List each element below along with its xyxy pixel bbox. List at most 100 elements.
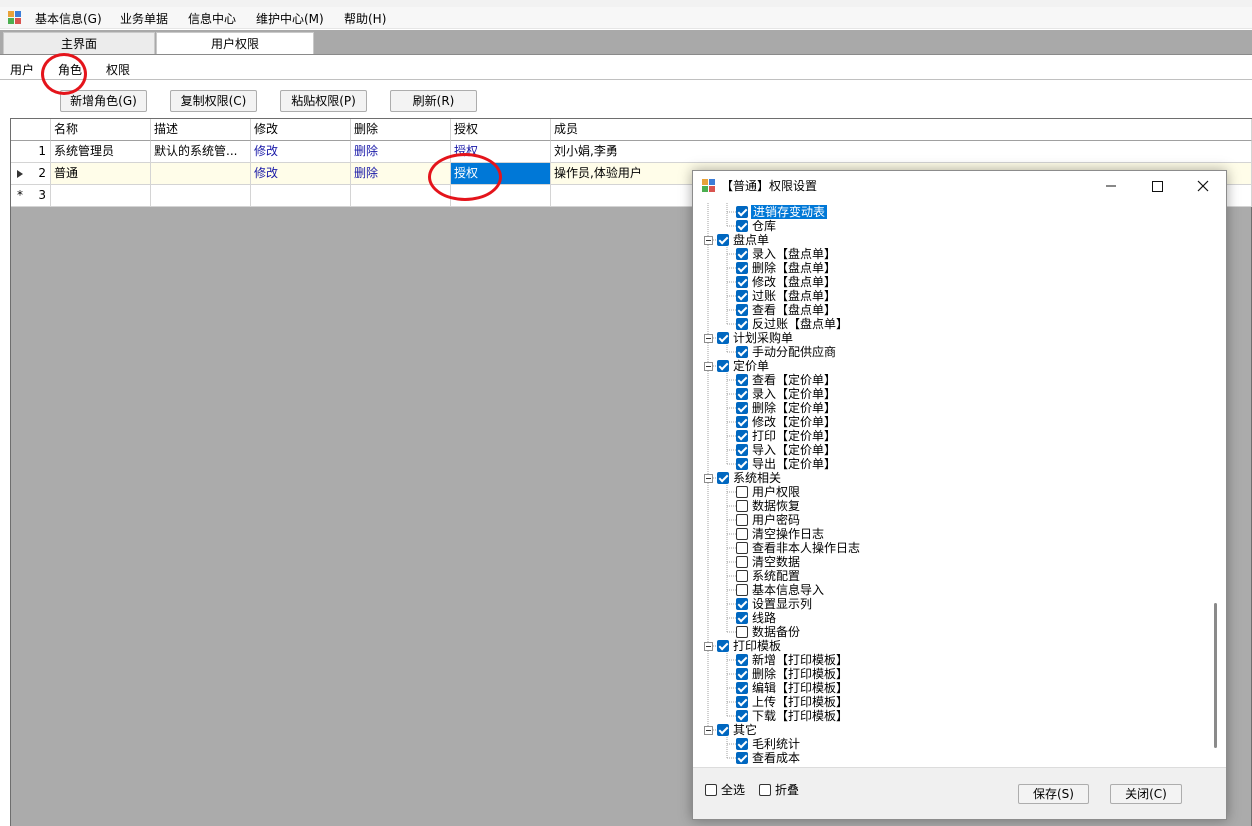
checkbox-checked[interactable] bbox=[736, 388, 748, 400]
checkbox-checked[interactable] bbox=[736, 682, 748, 694]
checkbox-checked[interactable] bbox=[736, 248, 748, 260]
tab-user-permissions[interactable]: 用户权限 bbox=[156, 32, 314, 54]
tree-node-label: 删除【盘点单】 bbox=[752, 261, 837, 275]
checkbox-checked[interactable] bbox=[736, 416, 748, 428]
checkbox-unchecked[interactable] bbox=[736, 570, 748, 582]
checkbox-unchecked[interactable] bbox=[736, 486, 748, 498]
menu-help[interactable]: 帮助(H) bbox=[344, 10, 386, 28]
subtab-roles[interactable]: 角色 bbox=[58, 61, 82, 79]
subtab-permissions[interactable]: 权限 bbox=[106, 61, 130, 79]
row-number[interactable]: 2 bbox=[11, 163, 51, 185]
paste-permissions-button[interactable]: 粘贴权限(P) bbox=[280, 90, 367, 112]
checkbox-checked[interactable] bbox=[736, 654, 748, 666]
checkbox-unchecked[interactable] bbox=[736, 500, 748, 512]
cell-members[interactable]: 刘小娟,李勇 bbox=[551, 141, 1252, 163]
checkbox-checked[interactable] bbox=[736, 668, 748, 680]
checkbox-checked[interactable] bbox=[736, 444, 748, 456]
save-button[interactable]: 保存(S) bbox=[1018, 784, 1089, 804]
checkbox-checked[interactable] bbox=[736, 374, 748, 386]
collapse-toggle-icon[interactable] bbox=[704, 236, 713, 245]
checkbox-box[interactable] bbox=[705, 784, 717, 796]
checkbox-checked[interactable] bbox=[717, 724, 729, 736]
collapse-toggle-icon[interactable] bbox=[704, 642, 713, 651]
close-icon[interactable] bbox=[1180, 171, 1226, 201]
checkbox-checked[interactable] bbox=[717, 640, 729, 652]
collapse-toggle-icon[interactable] bbox=[704, 362, 713, 371]
checkbox-checked[interactable] bbox=[736, 276, 748, 288]
col-header-edit[interactable]: 修改 bbox=[251, 119, 351, 141]
table-row[interactable]: 1 系统管理员 默认的系统管... 修改 删除 授权 刘小娟,李勇 bbox=[11, 141, 1252, 163]
checkbox-checked[interactable] bbox=[736, 318, 748, 330]
add-role-button[interactable]: 新增角色(G) bbox=[60, 90, 147, 112]
menu-basic-info[interactable]: 基本信息(G) bbox=[35, 10, 102, 28]
row-number[interactable]: 1 bbox=[11, 141, 51, 163]
checkbox-unchecked[interactable] bbox=[736, 514, 748, 526]
close-button[interactable]: 关闭(C) bbox=[1110, 784, 1182, 804]
cell-name[interactable]: 普通 bbox=[51, 163, 151, 185]
checkbox-checked[interactable] bbox=[736, 458, 748, 470]
minimize-icon[interactable] bbox=[1088, 171, 1134, 201]
cell-name[interactable] bbox=[51, 185, 151, 207]
checkbox-unchecked[interactable] bbox=[736, 528, 748, 540]
col-header-grant[interactable]: 授权 bbox=[451, 119, 551, 141]
scrollbar-thumb[interactable] bbox=[1214, 603, 1217, 748]
checkbox-unchecked[interactable] bbox=[736, 584, 748, 596]
checkbox-checked[interactable] bbox=[736, 752, 748, 764]
copy-permissions-button[interactable]: 复制权限(C) bbox=[170, 90, 257, 112]
checkbox-unchecked[interactable] bbox=[736, 556, 748, 568]
menu-maintenance-center[interactable]: 维护中心(M) bbox=[256, 10, 324, 28]
checkbox-checked[interactable] bbox=[736, 710, 748, 722]
checkbox-checked[interactable] bbox=[736, 262, 748, 274]
checkbox-checked[interactable] bbox=[736, 206, 748, 218]
checkbox-unchecked[interactable] bbox=[736, 626, 748, 638]
col-header-delete[interactable]: 删除 bbox=[351, 119, 451, 141]
row-number[interactable]: * 3 bbox=[11, 185, 51, 207]
checkbox-checked[interactable] bbox=[736, 304, 748, 316]
checkbox-checked[interactable] bbox=[736, 346, 748, 358]
checkbox-checked[interactable] bbox=[736, 220, 748, 232]
refresh-button[interactable]: 刷新(R) bbox=[390, 90, 477, 112]
menu-business-docs[interactable]: 业务单据 bbox=[120, 10, 168, 28]
checkbox-checked[interactable] bbox=[717, 332, 729, 344]
app-icon bbox=[8, 11, 21, 24]
subtab-users[interactable]: 用户 bbox=[10, 61, 34, 79]
checkbox-checked[interactable] bbox=[736, 612, 748, 624]
cell-delete[interactable] bbox=[351, 185, 451, 207]
checkbox-checked[interactable] bbox=[736, 290, 748, 302]
checkbox-checked[interactable] bbox=[736, 402, 748, 414]
col-header-description[interactable]: 描述 bbox=[151, 119, 251, 141]
menu-info-center[interactable]: 信息中心 bbox=[188, 10, 236, 28]
cell-description[interactable] bbox=[151, 185, 251, 207]
dialog-footer: 全选 折叠 保存(S) 关闭(C) bbox=[693, 767, 1226, 819]
permission-tree[interactable]: 进销存变动表 仓库 盘点单 录入【盘点单】 删除【盘点单】 修改【盘点单】 过账【盘点单】查… bbox=[695, 203, 1204, 765]
col-header-name[interactable]: 名称 bbox=[51, 119, 151, 141]
checkbox-checked[interactable] bbox=[736, 430, 748, 442]
checkbox-checked[interactable] bbox=[717, 472, 729, 484]
checkbox-checked[interactable] bbox=[717, 234, 729, 246]
collapse-toggle-icon[interactable] bbox=[704, 334, 713, 343]
cell-grant[interactable] bbox=[451, 185, 551, 207]
checkbox-unchecked[interactable] bbox=[736, 542, 748, 554]
checkbox-checked[interactable] bbox=[736, 598, 748, 610]
cell-description[interactable] bbox=[151, 163, 251, 185]
dialog-titlebar[interactable]: 【普通】权限设置 bbox=[693, 171, 1226, 201]
delete-link[interactable]: 删除 bbox=[351, 163, 451, 185]
cell-name[interactable]: 系统管理员 bbox=[51, 141, 151, 163]
edit-link[interactable]: 修改 bbox=[251, 141, 351, 163]
checkbox-checked[interactable] bbox=[736, 738, 748, 750]
collapse-toggle-icon[interactable] bbox=[704, 726, 713, 735]
collapse-toggle-icon[interactable] bbox=[704, 474, 713, 483]
checkbox-box[interactable] bbox=[759, 784, 771, 796]
maximize-icon[interactable] bbox=[1134, 171, 1180, 201]
cell-edit[interactable] bbox=[251, 185, 351, 207]
col-header-members[interactable]: 成员 bbox=[551, 119, 1252, 141]
edit-link[interactable]: 修改 bbox=[251, 163, 351, 185]
checkbox-checked[interactable] bbox=[717, 360, 729, 372]
delete-link[interactable]: 删除 bbox=[351, 141, 451, 163]
grant-link[interactable]: 授权 bbox=[451, 141, 551, 163]
cell-description[interactable]: 默认的系统管... bbox=[151, 141, 251, 163]
checkbox-checked[interactable] bbox=[736, 696, 748, 708]
tree-scrollbar[interactable] bbox=[1206, 203, 1224, 765]
tab-main[interactable]: 主界面 bbox=[3, 32, 155, 54]
grant-link-selected[interactable]: 授权 bbox=[451, 163, 551, 185]
